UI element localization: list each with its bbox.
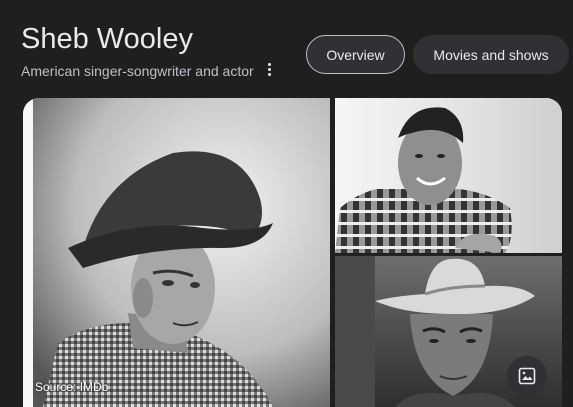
more-vert-icon [267, 62, 271, 66]
image-source-label: Source: IMDb [35, 380, 109, 394]
more-options-button[interactable] [259, 58, 279, 80]
page-title: Sheb Wooley [21, 23, 193, 55]
secondary-photo-top[interactable] [335, 98, 562, 253]
tab-overview[interactable]: Overview [306, 35, 405, 74]
main-photo[interactable] [23, 98, 330, 407]
image-gallery [23, 98, 562, 407]
tab-movies-and-shows[interactable]: Movies and shows [413, 35, 569, 74]
view-images-button[interactable] [507, 356, 547, 396]
entity-description: American singer-songwriter and actor [21, 63, 254, 79]
knowledge-panel: Sheb Wooley American singer-songwriter a… [0, 0, 573, 407]
image-icon [518, 367, 536, 385]
